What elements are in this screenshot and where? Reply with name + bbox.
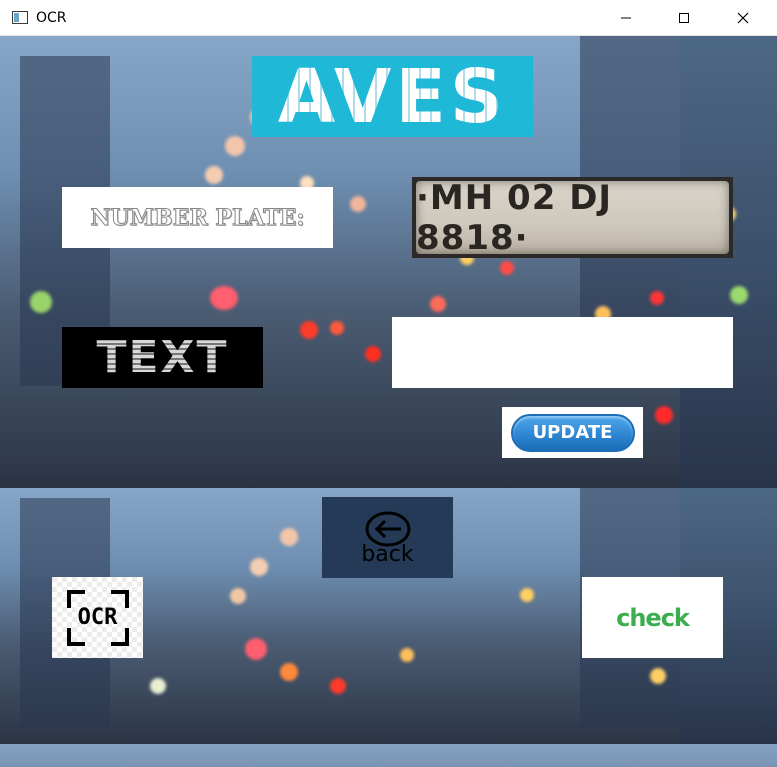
close-icon <box>737 12 749 24</box>
number-plate-label-text: NUMBER PLATE: <box>90 204 305 231</box>
close-button[interactable] <box>715 0 773 36</box>
background-tile <box>0 744 777 767</box>
update-button-frame: UPDATE <box>502 407 643 458</box>
app-logo-text: AVES <box>277 53 508 140</box>
update-button[interactable]: UPDATE <box>510 413 635 452</box>
plate-surface: ·MH 02 DJ 8818· <box>416 178 729 258</box>
back-button[interactable]: back <box>322 497 453 578</box>
text-label-text: TEXT <box>96 332 229 383</box>
recognized-text-field[interactable] <box>392 317 733 388</box>
window-title: OCR <box>36 10 67 26</box>
maximize-icon <box>679 13 689 23</box>
ocr-button[interactable]: OCR <box>52 577 143 658</box>
minimize-button[interactable] <box>598 0 656 36</box>
ocr-scan-icon: OCR <box>66 589 129 646</box>
check-button-label: check <box>616 603 690 632</box>
app-logo-banner: AVES <box>252 56 533 137</box>
background-tile <box>680 36 777 488</box>
number-plate-label: NUMBER PLATE: <box>62 187 333 248</box>
text-label: TEXT <box>62 327 263 388</box>
back-button-label: back <box>361 541 414 567</box>
check-button[interactable]: check <box>582 577 723 658</box>
app-icon <box>12 11 28 24</box>
number-plate-image: ·MH 02 DJ 8818· <box>412 177 733 258</box>
minimize-icon <box>621 17 631 19</box>
ocr-button-label: OCR <box>77 605 118 630</box>
plate-text: ·MH 02 DJ 8818· <box>416 177 613 258</box>
title-bar: OCR <box>0 0 777 36</box>
client-area: AVES NUMBER PLATE: ·MH 02 DJ 8818· TEXT … <box>0 36 777 767</box>
maximize-button[interactable] <box>656 0 714 36</box>
